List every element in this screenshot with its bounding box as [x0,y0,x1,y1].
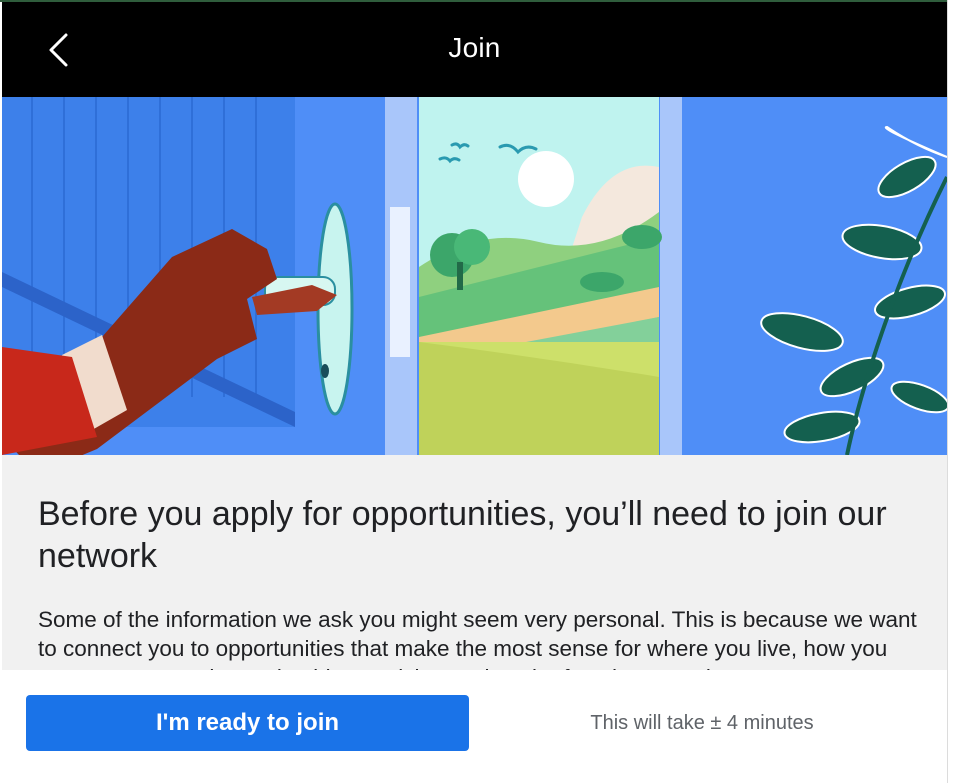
action-footer: I'm ready to join This will take ± 4 min… [2,670,947,783]
intro-heading: Before you apply for opportunities, you’… [38,495,887,575]
duration-note: This will take ± 4 minutes [590,711,814,734]
hero-illustration [2,97,947,455]
window-right-edge [947,0,962,783]
join-dialog: Join Before you apply for opportunities,… [2,2,947,783]
ready-to-join-button[interactable]: I'm ready to join [26,695,469,751]
page-title: Join [448,32,501,63]
app-header: Join [2,2,947,97]
intro-content: Before you apply for opportunities, you’… [38,455,918,692]
